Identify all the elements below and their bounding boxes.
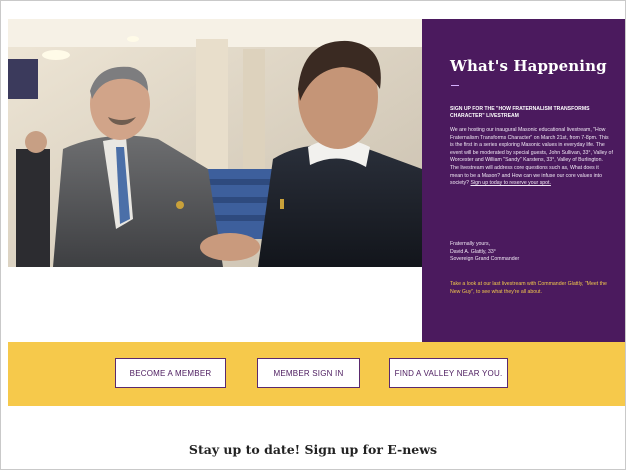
hero-photo [8, 19, 422, 267]
closing-line-1: Fraternally yours, [450, 241, 491, 247]
heading-divider [451, 85, 459, 86]
enews-title: Stay up to date! Sign up for E-news [188, 442, 438, 457]
signup-link[interactable]: Sign up today to reserve your spot. [470, 180, 550, 186]
news-closing: Fraternally yours, David A. Glattly, 33°… [450, 241, 610, 264]
news-body-text: We are hosting our inaugural Masonic edu… [450, 127, 613, 187]
news-panel: What's Happening SIGN UP FOR THE "HOW FR… [422, 19, 625, 342]
find-valley-button[interactable]: FIND A VALLEY NEAR YOU. [389, 358, 508, 388]
news-subhead: SIGN UP FOR THE "HOW FRATERNALISM TRANSF… [450, 106, 590, 120]
cta-bar: BECOME A MEMBER MEMBER SIGN IN FIND A VA… [8, 342, 625, 406]
become-member-button[interactable]: BECOME A MEMBER [115, 358, 226, 388]
livestream-note-link[interactable]: Take a look at our last livestream with … [450, 281, 612, 296]
member-sign-in-button[interactable]: MEMBER SIGN IN [257, 358, 360, 388]
closing-line-2: David A. Glattly, 33° [450, 248, 496, 255]
page-frame: What's Happening SIGN UP FOR THE "HOW FR… [0, 0, 626, 470]
news-heading: What's Happening [450, 57, 607, 75]
top-strip [1, 1, 625, 19]
closing-line-3: Sovereign Grand Commander [450, 256, 520, 263]
news-body: We are hosting our inaugural Masonic edu… [450, 127, 613, 188]
